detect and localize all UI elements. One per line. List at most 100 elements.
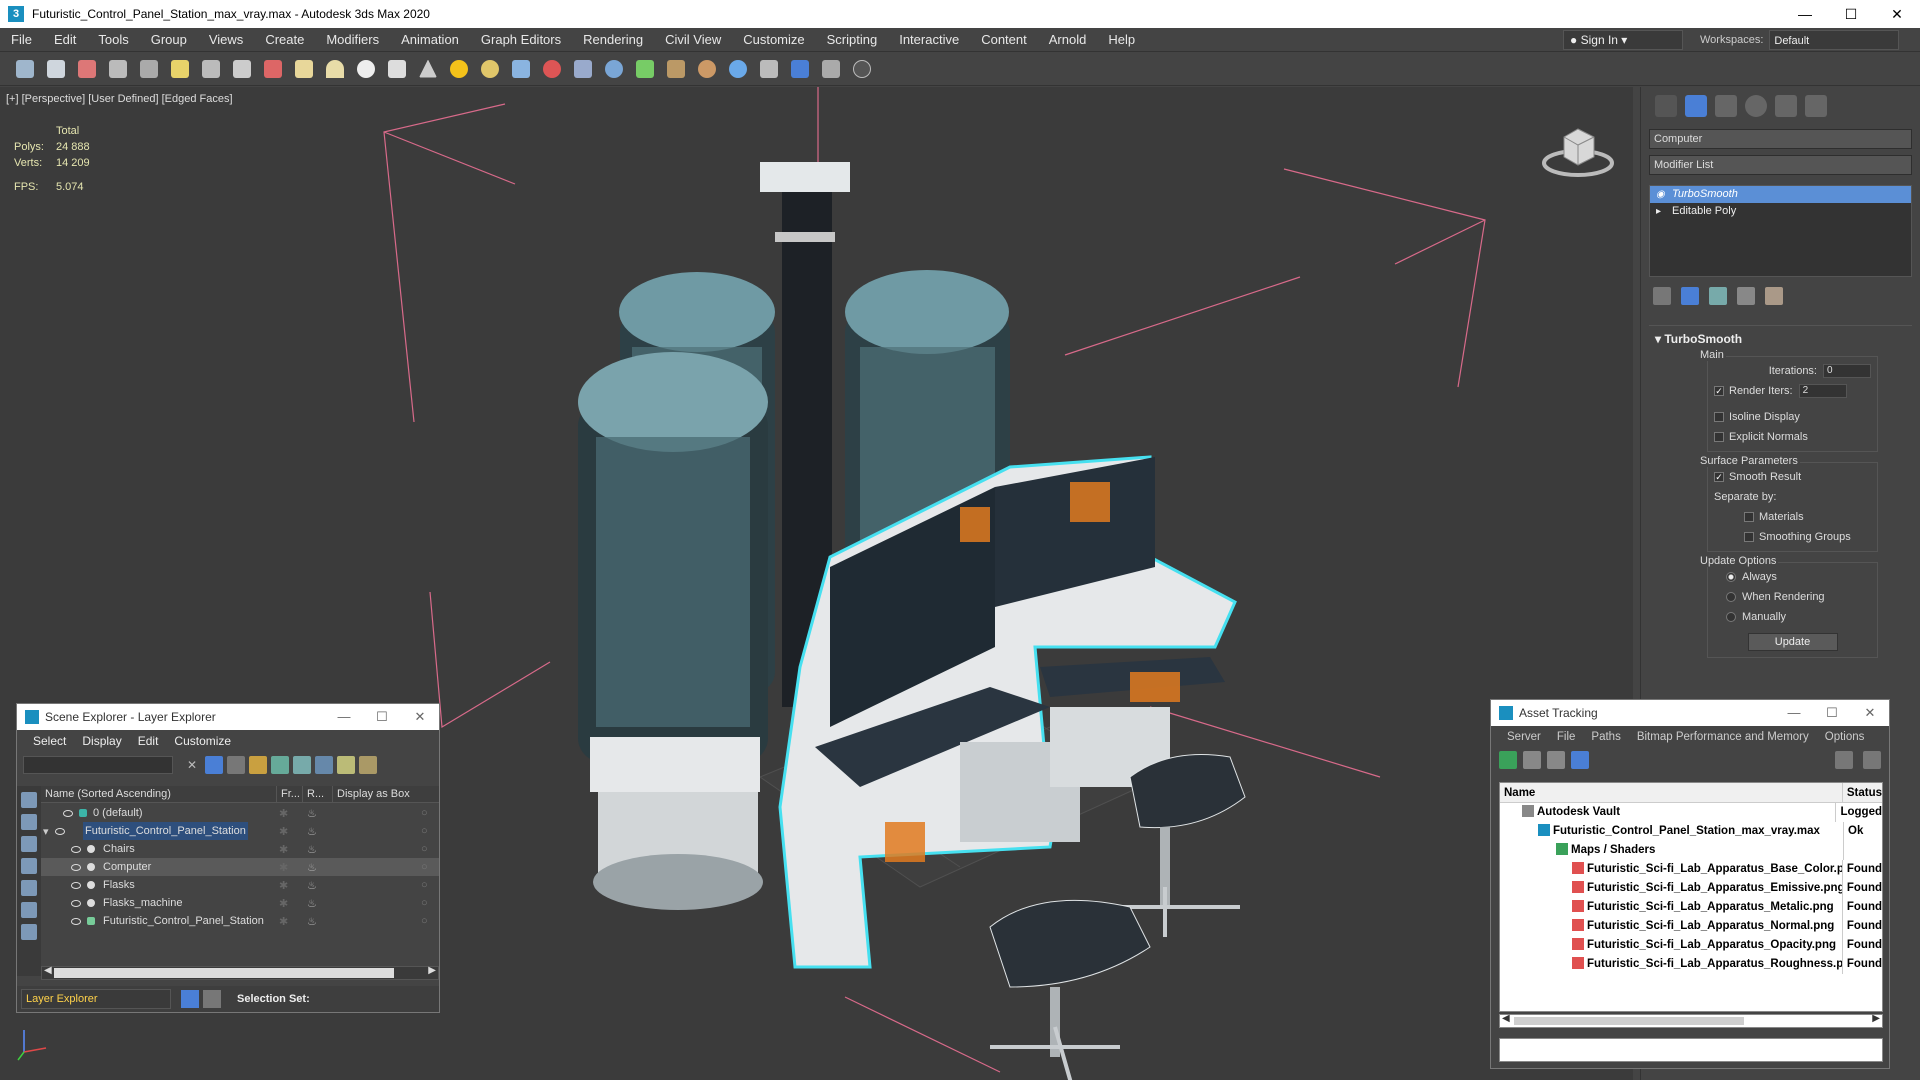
cameras-filter-icon[interactable]: [21, 858, 37, 874]
scene-minimize-button[interactable]: —: [325, 704, 363, 730]
show-end-result-icon[interactable]: [1681, 287, 1699, 305]
object-row[interactable]: Flasks_machine ✱ ♨ ○: [41, 894, 439, 912]
explorer-type-dropdown[interactable]: Layer Explorer: [21, 989, 171, 1009]
smoothing-groups-checkbox[interactable]: [1744, 532, 1754, 542]
freeze-icon[interactable]: ✱: [279, 807, 288, 820]
visibility-eye-icon[interactable]: [71, 917, 81, 925]
light-lister-button[interactable]: [167, 56, 193, 82]
light-bulb-icon[interactable]: [337, 756, 355, 774]
filter-icon[interactable]: [205, 756, 223, 774]
configure-sets-icon[interactable]: [1765, 287, 1783, 305]
asset-row[interactable]: Autodesk Vault Logged: [1500, 803, 1882, 822]
scene-menu-customize[interactable]: Customize: [166, 734, 239, 748]
gear-tool-button[interactable]: [601, 56, 627, 82]
scatter-button[interactable]: [570, 56, 596, 82]
hierarchy-tab-icon[interactable]: [1715, 95, 1737, 117]
viewcube-icon[interactable]: [1540, 119, 1616, 179]
table-view-icon[interactable]: [1547, 751, 1565, 769]
object-row[interactable]: Futuristic_Control_Panel_Station ✱ ♨ ○: [41, 912, 439, 930]
stack-item-editable-poly[interactable]: ▸ Editable Poly: [1650, 203, 1911, 220]
asset-help-icon[interactable]: [1835, 751, 1853, 769]
maximize-button[interactable]: ☐: [1828, 0, 1874, 28]
scene-horizontal-scrollbar[interactable]: ◀ ▶: [41, 965, 439, 980]
viewport-label[interactable]: [+] [Perspective] [User Defined] [Edged …: [6, 93, 233, 105]
scene-menu-edit[interactable]: Edit: [130, 734, 167, 748]
close-button[interactable]: ✕: [1874, 0, 1920, 28]
renderable-icon[interactable]: ♨: [307, 825, 317, 838]
menu-scripting[interactable]: Scripting: [816, 28, 889, 52]
renderable-icon[interactable]: ♨: [307, 897, 317, 910]
hair-button[interactable]: [229, 56, 255, 82]
options-icon[interactable]: [359, 756, 377, 774]
freeze-icon[interactable]: ✱: [279, 843, 288, 856]
rendered-frame-button[interactable]: [105, 56, 131, 82]
freeze-icon[interactable]: ✱: [279, 897, 288, 910]
asset-menu-paths[interactable]: Paths: [1583, 731, 1628, 743]
manually-radio[interactable]: [1726, 612, 1736, 622]
asset-menu-bitmap-performance[interactable]: Bitmap Performance and Memory: [1629, 731, 1817, 743]
remove-modifier-icon[interactable]: [1737, 287, 1755, 305]
explicit-normals-checkbox[interactable]: [1714, 432, 1724, 442]
always-radio[interactable]: [1726, 572, 1736, 582]
workspaces-select[interactable]: Default: [1769, 30, 1900, 50]
display-box-icon[interactable]: ○: [421, 879, 428, 891]
fur-button[interactable]: [508, 56, 534, 82]
display-box-icon[interactable]: ○: [421, 915, 428, 927]
object-row[interactable]: Chairs ✱ ♨ ○: [41, 840, 439, 858]
materials-checkbox[interactable]: [1744, 512, 1754, 522]
visibility-eye-icon[interactable]: [55, 827, 65, 835]
groups-filter-icon[interactable]: [21, 924, 37, 940]
sun-button[interactable]: [446, 56, 472, 82]
scroll-right-icon[interactable]: ▶: [428, 965, 436, 976]
when-rendering-radio[interactable]: [1726, 592, 1736, 602]
render-setup-button[interactable]: [74, 56, 100, 82]
material-button[interactable]: [539, 56, 565, 82]
asset-row[interactable]: Futuristic_Sci-fi_Lab_Apparatus_Emissive…: [1500, 879, 1882, 898]
asset-horizontal-scrollbar[interactable]: ◀ ▶: [1499, 1013, 1883, 1028]
menu-create[interactable]: Create: [254, 28, 315, 52]
render-production-button[interactable]: [136, 56, 162, 82]
scroll-right-icon[interactable]: ▶: [1872, 1013, 1880, 1024]
update-button[interactable]: Update: [1747, 633, 1838, 651]
stack-item-turbosmooth[interactable]: ◉ TurboSmooth: [1650, 186, 1911, 203]
globe-button[interactable]: [725, 56, 751, 82]
asset-close-button[interactable]: ✕: [1851, 700, 1889, 726]
asset-row[interactable]: Futuristic_Sci-fi_Lab_Apparatus_Metalic.…: [1500, 898, 1882, 917]
asset-col-status[interactable]: Status: [1843, 783, 1882, 802]
frame-buffer-button[interactable]: [756, 56, 782, 82]
renderable-icon[interactable]: ♨: [307, 861, 317, 874]
hierarchy-mode-icon[interactable]: [203, 990, 221, 1008]
col-name[interactable]: Name (Sorted Ascending): [41, 786, 277, 802]
renderable-icon[interactable]: ♨: [307, 915, 317, 928]
asset-menu-file[interactable]: File: [1549, 731, 1584, 743]
geometry-filter-icon[interactable]: [21, 792, 37, 808]
asset-row[interactable]: Maps / Shaders: [1500, 841, 1882, 860]
visibility-eye-icon[interactable]: [71, 899, 81, 907]
sphere-button[interactable]: [353, 56, 379, 82]
hdri-button[interactable]: [663, 56, 689, 82]
grass-button[interactable]: [632, 56, 658, 82]
particle-button[interactable]: [260, 56, 286, 82]
help-button[interactable]: [849, 56, 875, 82]
menu-civil-view[interactable]: Civil View: [654, 28, 732, 52]
modifier-list-dropdown[interactable]: Modifier List: [1649, 155, 1912, 175]
display-box-icon[interactable]: ○: [421, 807, 428, 819]
display-box-icon[interactable]: ○: [421, 825, 428, 837]
render-iters-spinner[interactable]: 2: [1798, 384, 1847, 398]
scene-menu-display[interactable]: Display: [74, 734, 129, 748]
spacewarps-filter-icon[interactable]: [21, 902, 37, 918]
dome-light-button[interactable]: [477, 56, 503, 82]
menu-help[interactable]: Help: [1097, 28, 1146, 52]
menu-modifiers[interactable]: Modifiers: [315, 28, 390, 52]
list-view-icon[interactable]: [1523, 751, 1541, 769]
display-tab-icon[interactable]: [1775, 95, 1797, 117]
layers-icon[interactable]: [271, 756, 289, 774]
col-display-as-box[interactable]: Display as Box: [333, 786, 437, 802]
col-freeze[interactable]: Fr...: [277, 786, 303, 802]
collapse-arrow-icon[interactable]: ▾: [43, 825, 49, 838]
freeze-icon[interactable]: ✱: [279, 915, 288, 928]
scroll-left-icon[interactable]: ◀: [44, 965, 52, 976]
asset-row[interactable]: Futuristic_Control_Panel_Station_max_vra…: [1500, 822, 1882, 841]
object-row[interactable]: Computer ✱ ♨ ○: [41, 858, 439, 876]
iterations-spinner[interactable]: 0: [1823, 364, 1871, 378]
